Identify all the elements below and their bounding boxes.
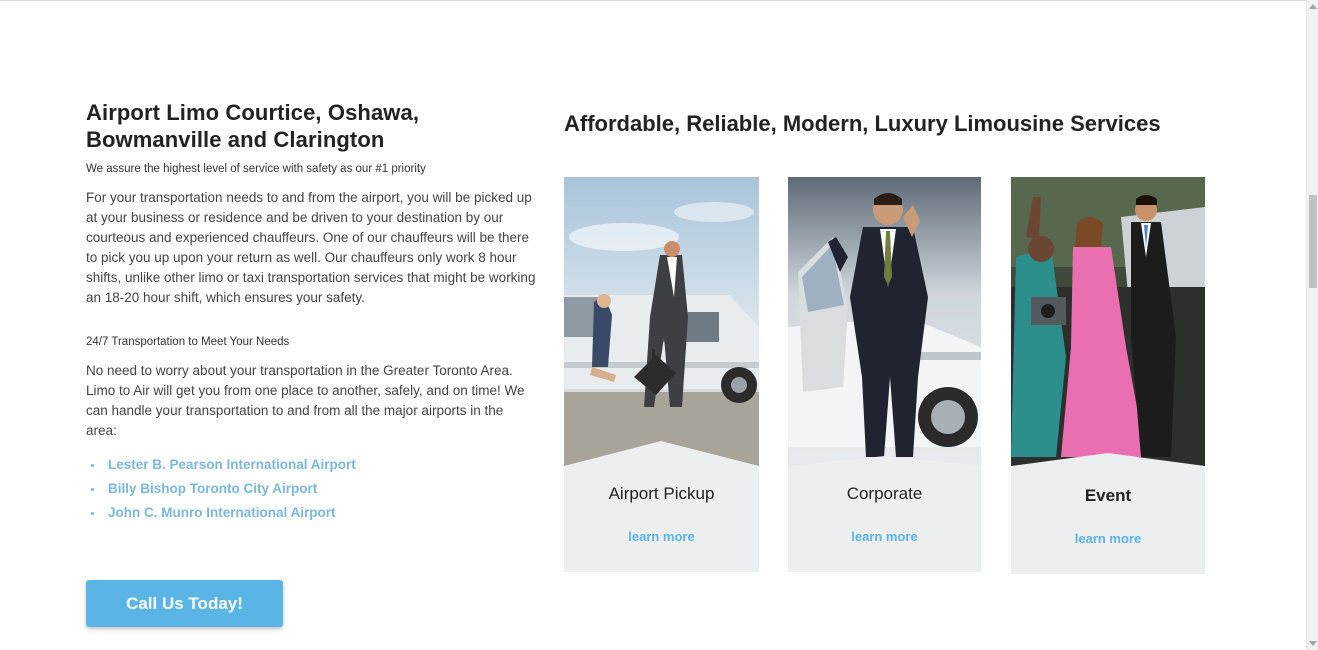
top-border: [0, 0, 1306, 1]
service-card-event[interactable]: Event learn more: [1011, 177, 1205, 574]
subheading-24-7: 24/7 Transportation to Meet Your Needs: [86, 336, 290, 348]
learn-more-link-event[interactable]: learn more: [1011, 531, 1205, 546]
page-title-line2: Bowmanville and Clarington: [86, 127, 385, 152]
scroll-up-arrow-icon[interactable]: [1309, 4, 1317, 9]
airport-link-billy-bishop[interactable]: Billy Bishop Toronto City Airport: [91, 477, 536, 501]
page-title-line1: Airport Limo Courtice, Oshawa,: [86, 100, 420, 125]
airport-link-john-munro[interactable]: John C. Munro International Airport: [91, 501, 536, 525]
intro-paragraph: For your transportation needs to and fro…: [86, 190, 536, 305]
service-card-airport-pickup[interactable]: Airport Pickup learn more: [564, 177, 759, 572]
airport-link-pearson[interactable]: Lester B. Pearson International Airport: [91, 453, 536, 477]
card-title-corporate: Corporate: [846, 484, 923, 503]
scroll-down-arrow-icon[interactable]: [1309, 641, 1317, 646]
airport-list: Lester B. Pearson International Airport …: [86, 453, 536, 525]
airport-limo-section: Airport Limo Courtice, Oshawa, Bowmanvil…: [86, 99, 536, 525]
corporate-photo: [788, 177, 981, 471]
service-card-corporate[interactable]: Corporate learn more: [788, 177, 981, 572]
airport-pickup-photo: [564, 177, 759, 471]
card-title-event: Event: [1084, 486, 1132, 505]
scrollbar-thumb[interactable]: [1309, 195, 1317, 288]
vertical-scrollbar[interactable]: [1306, 0, 1318, 650]
page-title: Airport Limo Courtice, Oshawa, Bowmanvil…: [86, 99, 536, 153]
gta-paragraph: No need to worry about your transportati…: [86, 363, 525, 438]
learn-more-link-airport-pickup[interactable]: learn more: [564, 529, 759, 544]
services-title: Affordable, Reliable, Modern, Luxury Lim…: [564, 111, 1161, 136]
tagline: We assure the highest level of service w…: [86, 163, 426, 175]
call-us-button[interactable]: Call Us Today!: [86, 580, 283, 627]
event-photo: [1011, 177, 1205, 471]
learn-more-link-corporate[interactable]: learn more: [788, 529, 981, 544]
card-title-airport-pickup: Airport Pickup: [608, 484, 715, 503]
